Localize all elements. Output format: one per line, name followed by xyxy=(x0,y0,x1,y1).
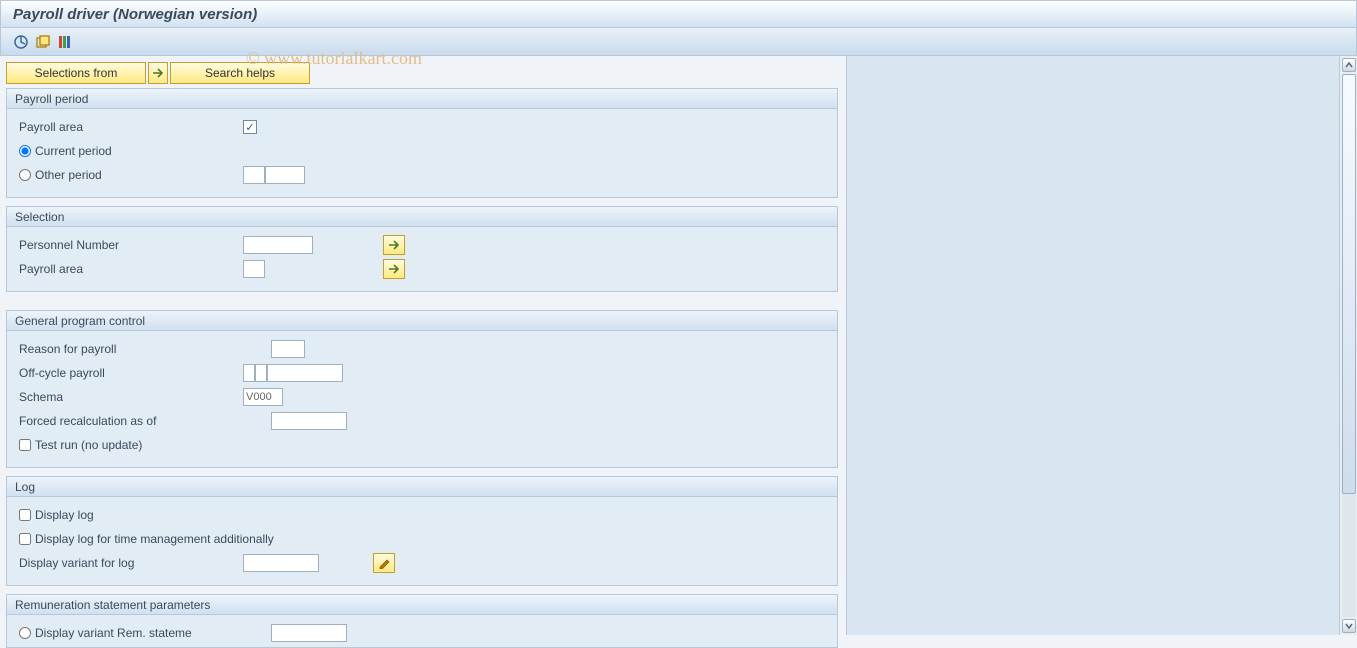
input-sel-payroll-area[interactable] xyxy=(243,260,265,278)
main-column: Selections from Search helps Payroll per… xyxy=(0,56,846,635)
rainbow-icon[interactable] xyxy=(57,34,73,50)
chevron-down-icon xyxy=(1345,622,1353,630)
input-personnel-number[interactable] xyxy=(243,236,313,254)
input-display-variant-rem[interactable] xyxy=(271,624,347,642)
scroll-track[interactable] xyxy=(1342,74,1356,617)
label-test-run: Test run (no update) xyxy=(35,438,259,452)
group-remuneration: Remuneration statement parameters Displa… xyxy=(6,594,838,648)
group-header-remuneration: Remuneration statement parameters xyxy=(7,595,837,615)
arrow-right-icon xyxy=(388,264,400,274)
input-other-period-1[interactable] xyxy=(243,166,265,184)
checkbox-display-log[interactable] xyxy=(19,509,31,521)
group-header-general: General program control xyxy=(7,311,837,331)
group-header-selection: Selection xyxy=(7,207,837,227)
input-other-period-2[interactable] xyxy=(265,166,305,184)
input-reason-for-payroll[interactable] xyxy=(271,340,305,358)
label-display-variant-rem: Display variant Rem. stateme xyxy=(35,626,271,640)
label-personnel-number: Personnel Number xyxy=(19,238,243,252)
arrow-right-icon xyxy=(152,68,164,78)
group-header-log: Log xyxy=(7,477,837,497)
search-helps-arrow-button[interactable] xyxy=(148,62,168,84)
input-schema[interactable] xyxy=(243,388,283,406)
group-payroll-period: Payroll period Payroll area ✓ Current pe… xyxy=(6,88,838,198)
button-row: Selections from Search helps xyxy=(6,62,838,84)
group-general: General program control Reason for payro… xyxy=(6,310,838,468)
more-payroll-area-button[interactable] xyxy=(383,259,405,279)
label-schema: Schema xyxy=(19,390,243,404)
search-helps-button[interactable]: Search helps xyxy=(170,62,310,84)
edit-display-variant-button[interactable] xyxy=(373,553,395,573)
label-sel-payroll-area: Payroll area xyxy=(19,262,243,276)
label-off-cycle: Off-cycle payroll xyxy=(19,366,243,380)
get-variant-icon[interactable] xyxy=(35,34,51,50)
right-empty-column xyxy=(846,56,1339,635)
input-off-cycle-1[interactable] xyxy=(243,364,255,382)
checkbox-display-log-time[interactable] xyxy=(19,533,31,545)
checkbox-test-run[interactable] xyxy=(19,439,31,451)
pencil-icon xyxy=(378,557,390,569)
input-off-cycle-2[interactable] xyxy=(255,364,267,382)
radio-display-variant-rem[interactable] xyxy=(19,627,31,639)
radio-other-period[interactable] xyxy=(19,169,31,181)
group-header-payroll-period: Payroll period xyxy=(7,89,837,109)
label-display-log: Display log xyxy=(35,508,259,522)
group-log: Log Display log Display log for time man… xyxy=(6,476,838,586)
label-current-period: Current period xyxy=(35,144,112,158)
execute-icon[interactable] xyxy=(13,34,29,50)
label-payroll-area: Payroll area xyxy=(19,120,243,134)
vertical-scrollbar[interactable] xyxy=(1339,56,1357,635)
label-other-period: Other period xyxy=(35,168,243,182)
arrow-right-icon xyxy=(388,240,400,250)
scroll-down-button[interactable] xyxy=(1342,619,1356,633)
more-personnel-number-button[interactable] xyxy=(383,235,405,255)
page-title: Payroll driver (Norwegian version) xyxy=(13,6,257,23)
label-forced-recalc: Forced recalculation as of xyxy=(19,414,271,428)
input-off-cycle-3[interactable] xyxy=(267,364,343,382)
scroll-up-button[interactable] xyxy=(1342,58,1356,72)
toolbar xyxy=(0,28,1357,56)
group-selection: Selection Personnel Number Payroll area xyxy=(6,206,838,292)
radio-current-period[interactable] xyxy=(19,145,31,157)
input-display-variant[interactable] xyxy=(243,554,319,572)
title-bar: Payroll driver (Norwegian version) xyxy=(0,0,1357,28)
chevron-up-icon xyxy=(1345,61,1353,69)
input-forced-recalc[interactable] xyxy=(271,412,347,430)
label-display-variant: Display variant for log xyxy=(19,556,243,570)
content: Selections from Search helps Payroll per… xyxy=(0,56,1357,635)
selections-from-button[interactable]: Selections from xyxy=(6,62,146,84)
scroll-thumb[interactable] xyxy=(1342,74,1356,494)
label-display-log-time: Display log for time management addition… xyxy=(35,532,274,546)
label-reason-for-payroll: Reason for payroll xyxy=(19,342,271,356)
payroll-area-pick-button[interactable]: ✓ xyxy=(243,120,257,134)
